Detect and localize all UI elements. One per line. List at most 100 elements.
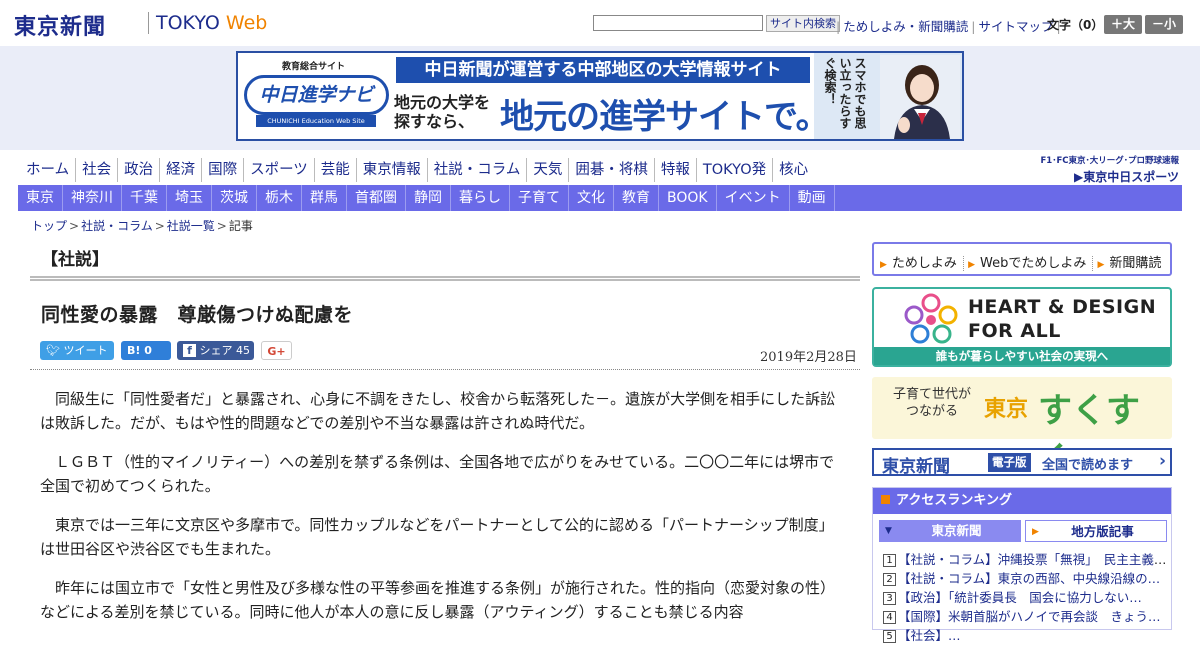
chunichi-sports-link[interactable]: F1･FC東京･大リーグ･プロ野球速報 ▶東京中日スポーツ — [1027, 154, 1179, 185]
tab-tokyo-shimbun-label: 東京新聞 — [931, 523, 982, 538]
nav2-kyoiku[interactable]: 教育 — [614, 185, 659, 211]
sukusuku-banner[interactable]: 子育て世代が つながる 東京 すくすく — [872, 377, 1172, 480]
nav2-kurashi[interactable]: 暮らし — [451, 185, 510, 211]
nav-sports[interactable]: スポーツ — [244, 158, 315, 182]
ranking-link[interactable]: 【政治】「統計委員長 国会に協力しない… — [898, 590, 1142, 605]
rank-number: 5 — [883, 630, 896, 643]
ad-logo-main: 中日進学ナビ — [244, 75, 389, 115]
ad-main-copy: 地元の進学サイトで。 — [500, 97, 830, 137]
web-trial-link[interactable]: Webでためしよみ — [977, 256, 1094, 271]
hatena-icon: B! — [127, 344, 141, 357]
tweet-label: ツイート — [63, 344, 108, 357]
nav2-shutoken[interactable]: 首都圏 — [347, 185, 406, 211]
logo-divider — [148, 12, 149, 34]
list-item[interactable]: 2 【社説・コラム】東京の西部、中央線沿線の… — [883, 569, 1169, 588]
nav2-ibaraki[interactable]: 茨城 — [212, 185, 257, 211]
nav-kakushin[interactable]: 核心 — [773, 158, 814, 182]
ad-headline: 中日新聞が運営する中部地区の大学情報サイト — [396, 57, 810, 83]
twitter-icon: 🐦︎ — [46, 344, 60, 357]
nav-entertainment[interactable]: 芸能 — [315, 158, 357, 182]
tokyo-web-logo-a: TOKYO — [156, 12, 220, 34]
breadcrumb-top[interactable]: トップ — [31, 219, 67, 233]
search-input[interactable] — [593, 15, 763, 31]
sukusuku-tokyo: 東京 — [984, 396, 1029, 422]
nav-society[interactable]: 社会 — [76, 158, 119, 182]
nav-home[interactable]: ホーム — [20, 158, 77, 182]
article-body: 同級生に「同性愛者だ」と暴露され、心身に不調をきたし、校舎から転落死した－。遺族… — [40, 387, 842, 639]
nav-politics[interactable]: 政治 — [118, 158, 161, 182]
breadcrumb-editorial[interactable]: 社説・コラム — [81, 219, 153, 233]
heart-design-banner[interactable]: HEART & DESIGN FOR ALL 誰もが暮らしやすい社会の実現へ — [872, 287, 1172, 367]
nav2-event[interactable]: イベント — [717, 185, 790, 211]
ranking-link[interactable]: 【国際】米朝首脳がハノイで再会談 きょう… — [898, 609, 1161, 624]
nav2-tokyo[interactable]: 東京 — [18, 185, 63, 211]
nav2-gunma[interactable]: 群馬 — [302, 185, 347, 211]
nav-international[interactable]: 国際 — [202, 158, 245, 182]
tab-local-edition-label: 地方版記事 — [1071, 524, 1134, 539]
nav-go-shogi[interactable]: 囲碁・将棋 — [569, 158, 655, 182]
trial-subscribe-link[interactable]: ためしよみ・新聞購読 — [840, 19, 971, 34]
nav2-kosodate[interactable]: 子育て — [510, 185, 569, 211]
nav2-video[interactable]: 動画 — [790, 185, 835, 211]
rank-number: 1 — [883, 554, 896, 567]
nav-editorial[interactable]: 社説・コラム — [428, 158, 528, 182]
heart-design-title: HEART & DESIGN FOR ALL — [968, 295, 1156, 343]
list-item[interactable]: 5 【社会】… — [883, 626, 1169, 645]
tab-tokyo-shimbun[interactable]: ▼ 東京新聞 — [879, 520, 1021, 542]
ranking-link[interactable]: 【社説・コラム】東京の西部、中央線沿線の… — [898, 571, 1160, 586]
nav2-tochigi[interactable]: 栃木 — [257, 185, 302, 211]
breadcrumb: トップ > 社説・コラム > 社説一覧 > 記事 — [31, 219, 253, 233]
font-smaller-button[interactable]: －小 — [1145, 15, 1183, 34]
nav2-kanagawa[interactable]: 神奈川 — [63, 185, 122, 211]
ranking-link[interactable]: 【社会】… — [898, 628, 961, 643]
site-search-button[interactable]: サイト内検索 — [766, 15, 840, 32]
facebook-share-label: シェア 45 — [199, 344, 251, 357]
article-paragraph: ＬＧＢＴ（性的マイノリティー）への差別を禁ずる条例は、全国各地で広がりをみせてい… — [40, 453, 835, 495]
sukusuku-subtitle: 子育て世代が つながる — [892, 387, 971, 419]
facebook-icon: f — [183, 344, 196, 357]
nav2-saitama[interactable]: 埼玉 — [167, 185, 212, 211]
sitemap-link[interactable]: サイトマップ — [975, 19, 1056, 34]
google-plus-button[interactable]: G+ — [261, 341, 292, 360]
nav-economy[interactable]: 経済 — [160, 158, 203, 182]
ranking-tabs: ▼ 東京新聞 ▶ 地方版記事 — [873, 514, 1171, 546]
epaper-text: 全国で読めます — [1042, 458, 1134, 473]
ad-logo: 教育総合サイト 中日進学ナビ CHUNICHI Education Web Si… — [242, 57, 392, 135]
facebook-share-button[interactable]: f シェア 45 — [177, 341, 254, 360]
epaper-banner[interactable]: 東京新聞 電子版 全国で読めます › — [872, 448, 1172, 477]
nav2-book[interactable]: BOOK — [659, 185, 717, 211]
font-size-label: 文字（0） — [1047, 18, 1104, 32]
list-item[interactable]: 1 【社説・コラム】沖縄投票「無視」 民主主義を… — [883, 550, 1169, 569]
nav-tokyo-hatsu[interactable]: TOKYO発 — [697, 158, 774, 182]
tab-local-edition[interactable]: ▶ 地方版記事 — [1025, 520, 1167, 542]
nav2-shizuoka[interactable]: 静岡 — [406, 185, 451, 211]
trial-reading-link[interactable]: ためしよみ — [888, 256, 964, 271]
site-header: 東京新聞 TOKYO Web サイト内検索 | ためしよみ・新聞購読 | サイトマップ… — [0, 0, 1200, 46]
tweet-button[interactable]: 🐦︎ ツイート — [40, 341, 114, 360]
list-item[interactable]: 4 【国際】米朝首脳がハノイで再会談 きょう… — [883, 607, 1169, 626]
chunichi-sports-small: F1･FC東京･大リーグ･プロ野球速報 — [1040, 156, 1179, 166]
nav2-bunka[interactable]: 文化 — [569, 185, 614, 211]
arrow-icon: ▶ — [880, 260, 887, 270]
ad-banner[interactable]: 教育総合サイト 中日進学ナビ CHUNICHI Education Web Si… — [236, 51, 964, 141]
nav-weather[interactable]: 天気 — [527, 158, 570, 182]
rank-number: 2 — [883, 573, 896, 586]
article-paragraph: 同級生に「同性愛者だ」と暴露され、心身に不調をきたし、校舎から転落死した－。遺族… — [40, 390, 836, 432]
article-date: 2019年2月28日 — [760, 350, 857, 365]
nav-special[interactable]: 特報 — [655, 158, 697, 182]
list-item[interactable]: 3 【政治】「統計委員長 国会に協力しない… — [883, 588, 1169, 607]
breadcrumb-editorial-list[interactable]: 社説一覧 — [167, 219, 215, 233]
font-larger-button[interactable]: ＋大 — [1104, 15, 1142, 34]
subscription-link[interactable]: 新聞購読 — [1106, 256, 1167, 271]
ranking-link[interactable]: 【社説・コラム】沖縄投票「無視」 民主主義を… — [898, 552, 1169, 567]
chevron-right-icon: › — [1158, 451, 1166, 471]
tokyo-web-logo-b: Web — [225, 12, 268, 34]
hatena-bookmark-button[interactable]: B! 0 — [121, 341, 171, 360]
tokyo-web-logo[interactable]: TOKYO Web — [156, 12, 267, 34]
nav2-chiba[interactable]: 千葉 — [122, 185, 167, 211]
site-logo[interactable]: 東京新聞 — [14, 9, 106, 41]
subscribe-links: ▶ ためしよみ ▶ Webでためしよみ ▶ 新聞購読 — [872, 242, 1172, 276]
article-divider — [30, 369, 860, 370]
nav-tokyo-info[interactable]: 東京情報 — [357, 158, 428, 182]
ad-logo-bar: CHUNICHI Education Web Site — [256, 115, 376, 127]
